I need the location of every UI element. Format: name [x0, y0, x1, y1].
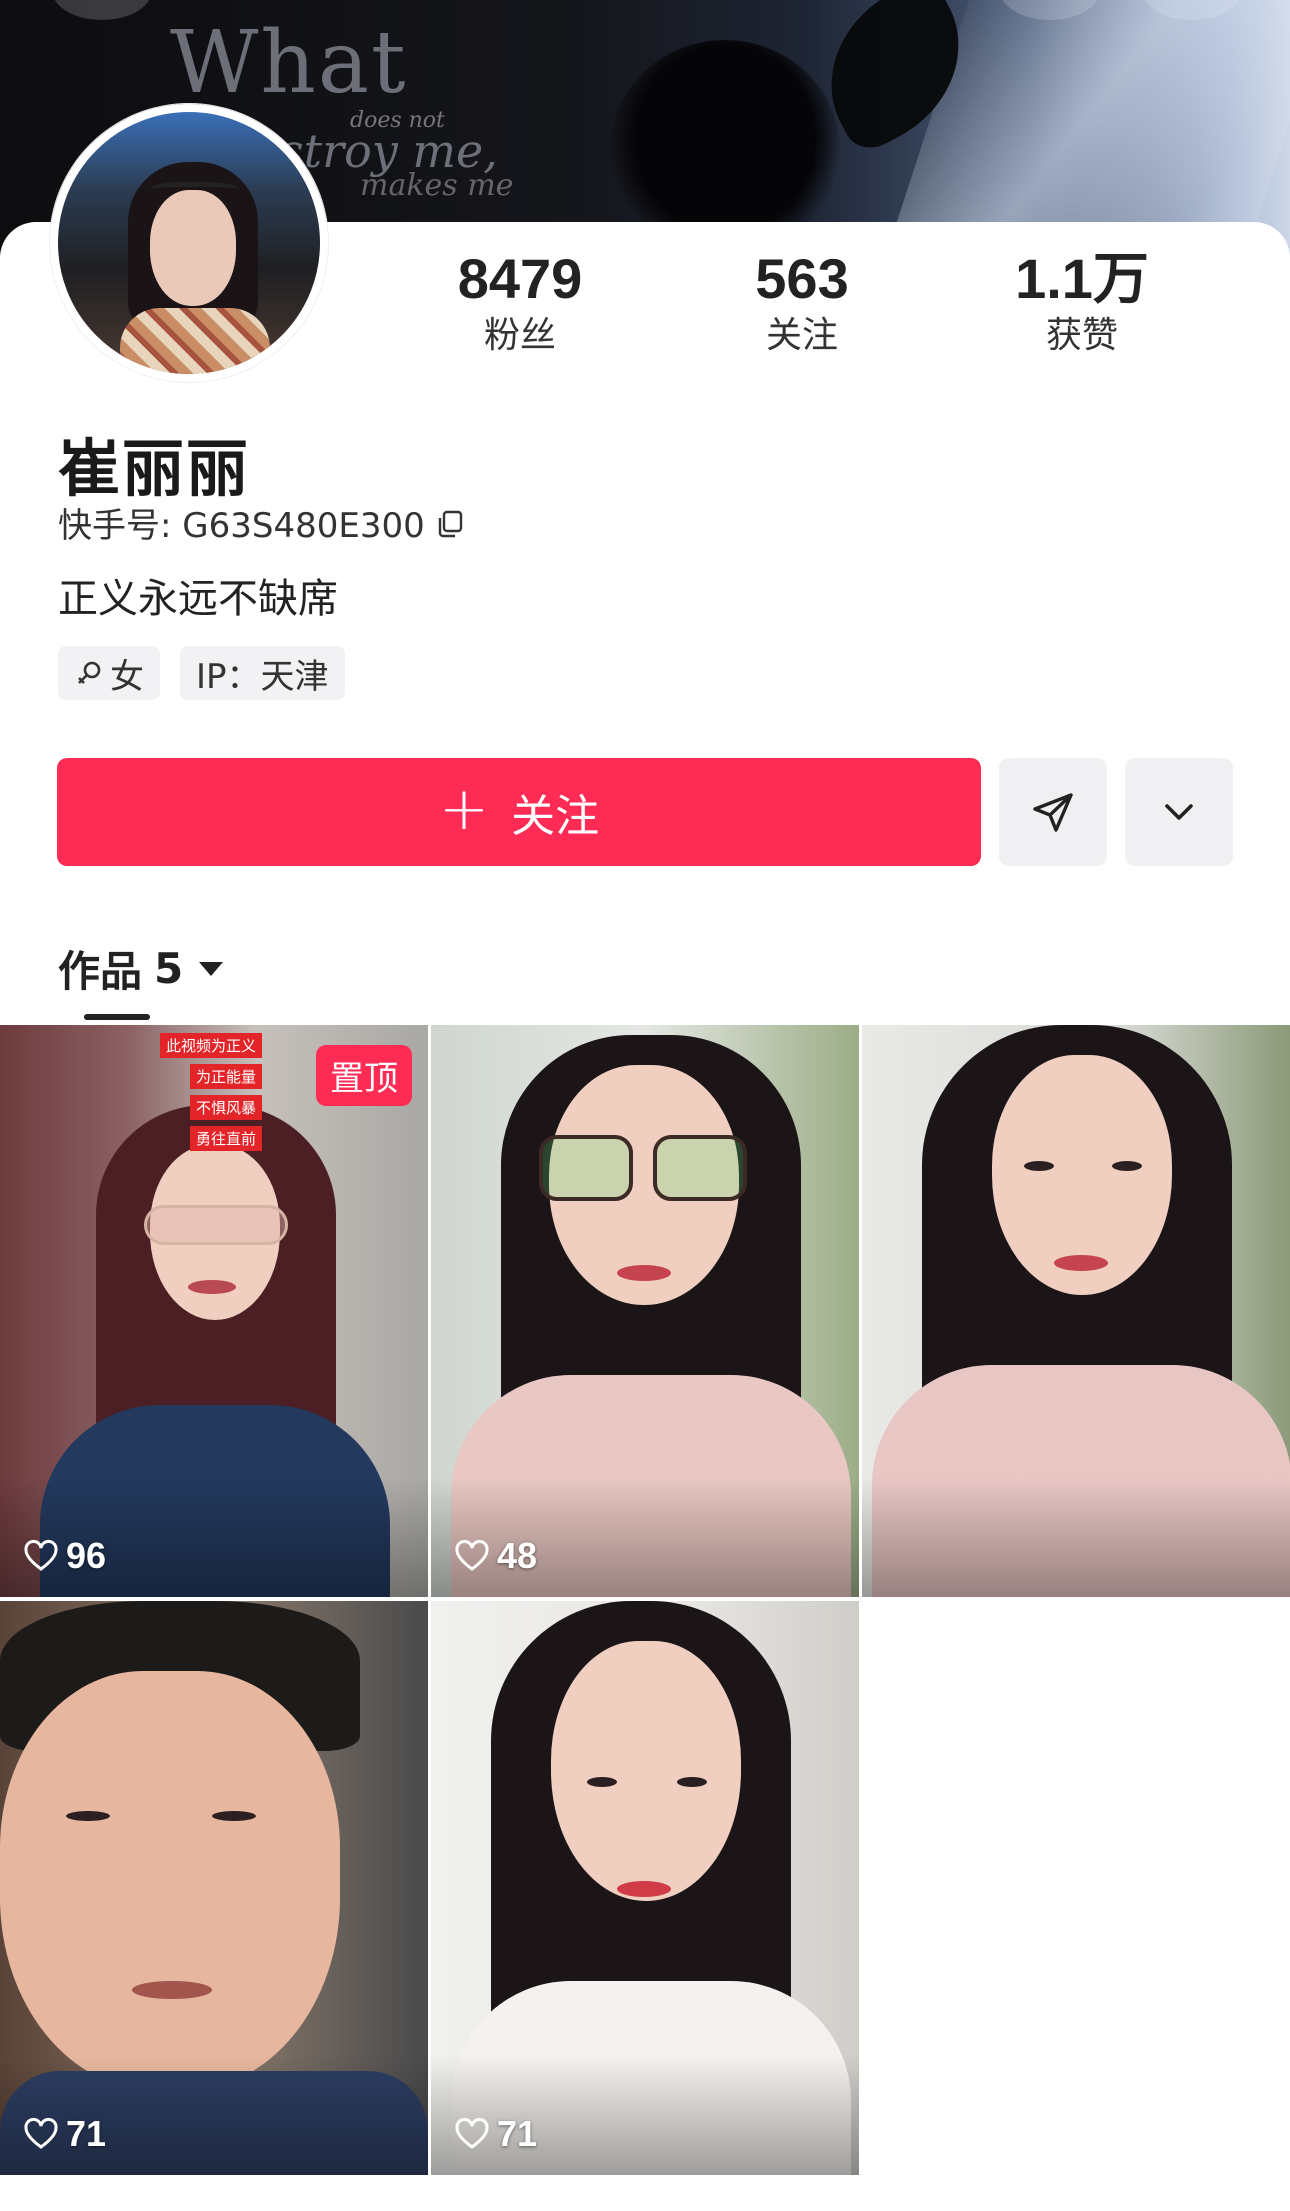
- heart-icon: [24, 2117, 58, 2149]
- pinned-badge: 置顶: [316, 1045, 412, 1106]
- plus-icon: +: [438, 774, 490, 844]
- caption-line: 不惧风暴: [190, 1095, 263, 1120]
- tag-ip: IP：天津: [180, 646, 345, 700]
- stat-label: 粉丝: [483, 315, 556, 356]
- video-likes: 96: [22, 1535, 106, 1577]
- stat-label: 关注: [765, 315, 838, 356]
- video-grid: 此视频为正义 为正能量 不惧风暴 勇往直前 置顶 96 48 71 71: [0, 1025, 1290, 2211]
- uid-text: 快手号: G63S480E300: [58, 506, 425, 546]
- works-count: 5: [154, 944, 184, 993]
- video-tile[interactable]: 71: [431, 1601, 859, 2175]
- action-row: + 关注: [57, 758, 1233, 866]
- stat-value: 1.1万: [1015, 247, 1149, 310]
- send-icon: [1033, 793, 1073, 832]
- video-likes: 71: [453, 2113, 537, 2155]
- tag-ip-label: IP：天津: [196, 656, 329, 697]
- like-count: 71: [66, 2113, 107, 2154]
- copy-icon[interactable]: [435, 508, 465, 538]
- profile-name: 崔丽丽: [58, 432, 251, 505]
- video-captions: 此视频为正义 为正能量 不惧风暴 勇往直前: [160, 1033, 263, 1151]
- uid-row: 快手号: G63S480E300: [58, 498, 465, 547]
- caret-down-icon: [199, 961, 224, 976]
- like-count: 71: [497, 2113, 538, 2154]
- caption-line: 为正能量: [190, 1064, 263, 1089]
- profile-sheet: 8479 粉丝 563 关注 1.1万 获赞 崔丽丽 快手号: G63S480E…: [0, 104, 1290, 2211]
- profile-bio: 正义永远不缺席: [58, 576, 338, 622]
- cover-quote-line3: makes me: [360, 168, 514, 203]
- heart-icon: [455, 1539, 489, 1571]
- cover-quote-big: What: [170, 13, 408, 113]
- follow-button[interactable]: + 关注: [57, 758, 981, 866]
- profile-tags: 女 IP：天津: [58, 646, 345, 700]
- tag-gender-label: 女: [110, 656, 144, 697]
- stat-value: 8479: [457, 247, 583, 310]
- back-button[interactable]: [52, 0, 152, 20]
- tab-underline: [84, 1014, 150, 1020]
- video-tile[interactable]: 48: [431, 1025, 859, 1597]
- avatar[interactable]: [50, 104, 328, 382]
- follow-label: 关注: [511, 791, 600, 842]
- more-button[interactable]: [1125, 758, 1233, 866]
- stat-label: 获赞: [1045, 315, 1118, 356]
- chevron-down-icon: [1165, 804, 1193, 820]
- video-likes: 71: [22, 2113, 106, 2155]
- stat-likes[interactable]: 1.1万 获赞: [972, 244, 1192, 358]
- video-tile[interactable]: 71: [0, 1601, 428, 2175]
- tag-gender: 女: [58, 646, 160, 700]
- like-count: 48: [497, 1535, 538, 1576]
- caption-line: 勇往直前: [190, 1126, 263, 1151]
- tab-works[interactable]: 作品 5: [58, 938, 224, 999]
- female-icon: [78, 661, 101, 684]
- profile-stats: 8479 粉丝 563 关注 1.1万 获赞: [390, 244, 1260, 364]
- heart-icon: [455, 2117, 489, 2149]
- heart-icon: [24, 1539, 58, 1571]
- video-tile[interactable]: 此视频为正义 为正能量 不惧风暴 勇往直前 置顶 96: [0, 1025, 428, 1597]
- caption-line: 此视频为正义: [160, 1033, 263, 1058]
- like-count: 96: [66, 1535, 107, 1576]
- video-likes: 48: [453, 1535, 537, 1577]
- works-tab-label: 作品: [58, 947, 143, 996]
- stat-value: 563: [755, 247, 849, 310]
- stat-followers[interactable]: 8479 粉丝: [410, 244, 630, 358]
- share-button[interactable]: [999, 758, 1107, 866]
- cover-quote: What does not stroy me, makes me: [170, 13, 530, 203]
- video-tile[interactable]: [862, 1025, 1290, 1597]
- stat-following[interactable]: 563 关注: [692, 244, 912, 358]
